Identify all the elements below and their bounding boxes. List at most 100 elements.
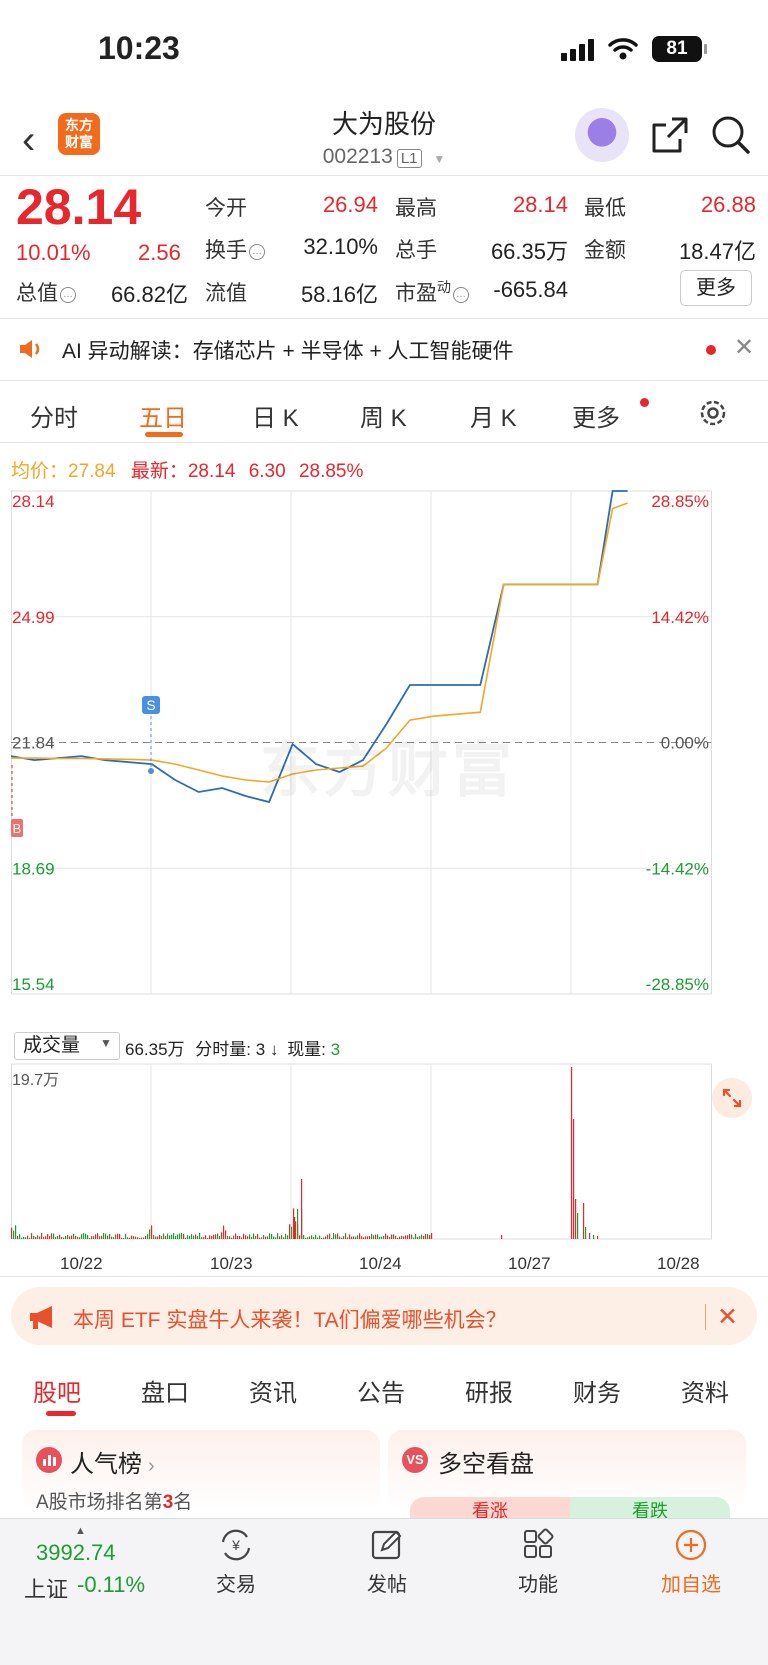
volume-bar [395, 1235, 397, 1239]
volume-bar [47, 1234, 49, 1239]
close-icon[interactable]: ✕ [734, 333, 754, 362]
info-icon[interactable]: … [60, 287, 76, 303]
volume-bar [125, 1233, 127, 1239]
volume-bar [145, 1235, 147, 1239]
volume-chart[interactable] [11, 1062, 757, 1252]
y-tick-right: 0.00% [661, 734, 709, 753]
volume-bar [357, 1235, 359, 1239]
tab-five-day[interactable]: 五日 [139, 398, 187, 433]
bull-bear-title: 多空看盘 [438, 1451, 534, 1478]
tab-profile[interactable]: 资料 [681, 1373, 729, 1408]
volume-bar [315, 1234, 317, 1239]
tab-underline [46, 1411, 76, 1416]
volume-bar [383, 1235, 385, 1239]
volume-bar [347, 1237, 349, 1239]
volume-bar [271, 1234, 273, 1239]
volume-bar [331, 1237, 333, 1239]
volume-bar [81, 1234, 83, 1239]
volume-bar [133, 1236, 135, 1239]
tab-more[interactable]: 更多 [572, 398, 620, 433]
volume-bar [27, 1235, 29, 1239]
nav-functions[interactable]: 功能 [493, 1528, 583, 1597]
volume-bar [183, 1233, 185, 1239]
y-tick-left: 28.14 [12, 492, 55, 511]
last-change: 6.30 [248, 461, 286, 482]
ai-banner[interactable]: AI 异动解读：存储芯片 + 半导体 + 人工智能硬件 [62, 335, 514, 365]
megaphone-icon [30, 1306, 52, 1329]
volume-bar [349, 1234, 351, 1239]
volume-bar [239, 1236, 241, 1239]
tab-order-book[interactable]: 盘口 [141, 1373, 189, 1408]
robot-avatar[interactable] [575, 108, 629, 162]
expand-icon[interactable] [712, 1078, 752, 1118]
tab-news[interactable]: 资讯 [249, 1373, 297, 1408]
date-label: 10/22 [60, 1254, 103, 1273]
volume-bar [327, 1234, 329, 1239]
volume-bar [575, 1199, 577, 1239]
pe-sup: 动 [437, 279, 451, 295]
volume-bar [159, 1234, 161, 1239]
info-icon[interactable]: … [453, 287, 469, 303]
edit-icon [371, 1530, 402, 1560]
volume-bar [431, 1233, 433, 1239]
tab-research[interactable]: 研报 [465, 1373, 513, 1408]
index-name[interactable]: 上证 [24, 1572, 68, 1604]
volume-bar [361, 1236, 363, 1239]
volume-bar [137, 1237, 139, 1239]
index-percent[interactable]: -0.11% [77, 1572, 145, 1598]
volume-bar [123, 1237, 125, 1239]
index-value[interactable]: 3992.74 [36, 1540, 116, 1566]
y-tick-right: 28.85% [651, 492, 709, 511]
tab-daily-k[interactable]: 日 K [252, 398, 299, 433]
volume-bar [91, 1236, 93, 1239]
nav-post[interactable]: 发帖 [342, 1528, 432, 1597]
volume-bar [403, 1236, 405, 1239]
volume-bar [57, 1235, 59, 1239]
nav-add-watchlist[interactable]: 加自选 [646, 1528, 736, 1597]
volume-bar [181, 1233, 183, 1239]
volume-bar [287, 1235, 289, 1239]
share-icon[interactable] [650, 115, 690, 155]
date-label: 10/23 [210, 1254, 253, 1273]
tab-monthly-k[interactable]: 月 K [470, 398, 517, 433]
volume-total: 66.35万 [125, 1040, 185, 1059]
sell-marker-label: S [146, 697, 155, 713]
volume-bar [119, 1233, 121, 1239]
tab-announcements[interactable]: 公告 [357, 1373, 405, 1408]
tab-weekly-k[interactable]: 周 K [360, 398, 407, 433]
status-icons: 81 [561, 36, 707, 62]
mktcap-label: 总值… [16, 277, 76, 307]
search-icon[interactable] [710, 114, 752, 156]
nav-trade[interactable]: ¥ 交易 [191, 1528, 281, 1597]
volume-bar [375, 1234, 377, 1239]
volume-bar [329, 1233, 331, 1239]
y-tick-left: 21.84 [12, 734, 55, 753]
volume-bar [187, 1235, 189, 1239]
close-icon[interactable]: ✕ [717, 1302, 738, 1332]
info-icon[interactable]: … [249, 244, 265, 260]
tab-finance[interactable]: 财务 [573, 1373, 621, 1408]
nav-trade-label: 交易 [216, 1574, 256, 1596]
tab-intraday[interactable]: 分时 [30, 398, 78, 433]
volume-bar [249, 1234, 251, 1239]
level-badge: L1 [396, 149, 422, 168]
y-tick-right: -14.42% [646, 859, 709, 878]
rank-text: A股市场排名第3名 [36, 1487, 192, 1514]
rank-title-text: 人气榜 [70, 1451, 142, 1478]
more-button[interactable]: 更多 [680, 270, 752, 306]
change-amount: 2.56 [138, 240, 181, 265]
gear-icon[interactable] [697, 397, 729, 429]
tab-forum[interactable]: 股吧 [33, 1373, 81, 1408]
turnover-label: 换手… [205, 234, 265, 264]
caret-up-icon: ▲ [75, 1525, 86, 1537]
signal-icon [561, 37, 594, 61]
volume-bar [301, 1179, 303, 1239]
volume-bar [221, 1232, 223, 1239]
volume-bar [573, 1119, 575, 1239]
y-tick-right: 14.42% [651, 608, 709, 627]
sell-point [148, 768, 154, 774]
rank-text-pre: A股市场排名第 [36, 1492, 163, 1513]
volume-bar [41, 1233, 43, 1239]
volume-bar [169, 1235, 171, 1239]
current-price: 28.14 [16, 179, 142, 235]
